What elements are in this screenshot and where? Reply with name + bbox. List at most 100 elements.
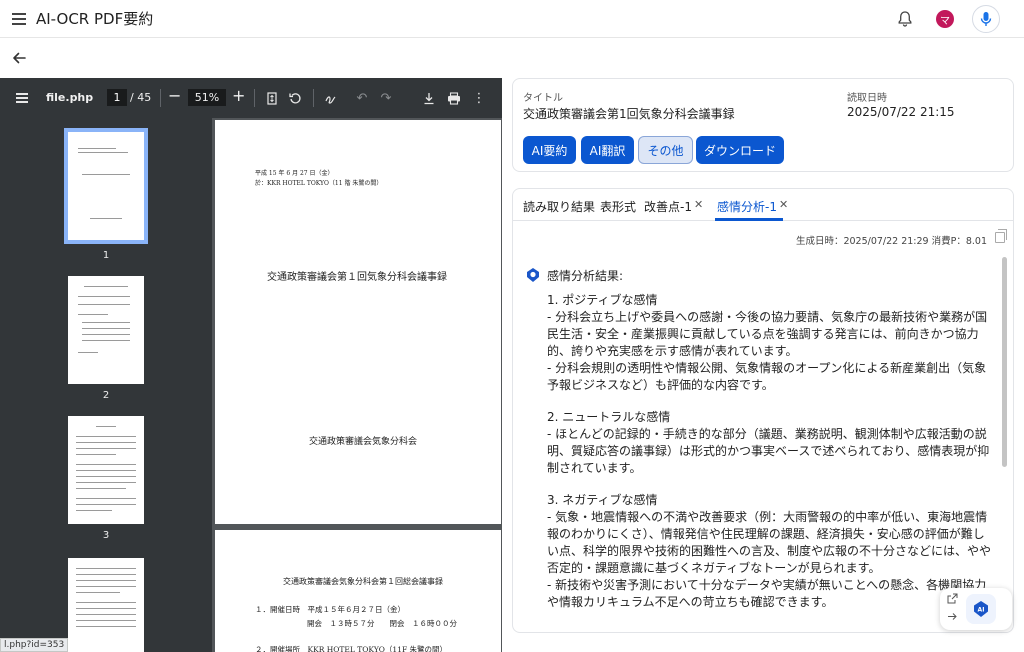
thumbnail-label: 1 [102,250,110,261]
back-row [0,39,1024,77]
tab-ocr-result[interactable]: 読み取り結果 [523,198,595,215]
thumb-line [78,314,108,315]
thumb-line [76,586,136,587]
document-meta-card: タイトル 交通政策審議会第1回気象分科会議事録 読取日時 2025/07/22 … [512,78,1014,172]
result-tabs: 読み取り結果 表形式 改善点-1 ✕ 感情分析-1 ✕ [513,189,1013,221]
annotate-icon[interactable] [321,89,339,107]
print-icon[interactable] [445,89,463,107]
status-url: l.php?id=353 [0,638,69,652]
floating-actions: AI [940,588,1012,630]
pdf-page-1: 平成 15 年 6 月 27 日（金） 於：KKR HOTEL TOKYO（11… [215,120,501,524]
thumb-line [76,510,112,511]
thumbnail-page-3[interactable] [68,416,144,524]
thumb-line [76,626,136,627]
page1-title: 交通政策審議会第１回気象分科会議事録 [267,272,447,283]
ai-chat-icon: AI [974,601,988,617]
top-bar: AI-OCR PDF要約 マ [0,0,1024,38]
read-date-value: 2025/07/22 21:15 [847,105,955,119]
thumb-line [76,436,136,437]
pdf-viewer: file.php 1 / 45 − 51% + ↶ ↷ ⋮ 1 2 3 平成 1… [0,78,502,652]
pdf-menu-icon[interactable] [16,93,28,105]
pdf-page-2: 交通政策審議会気象分科会第１回総会議事録 １．開催日時 平成１５年６月２７日（金… [215,530,501,652]
other-button[interactable]: その他 [638,136,693,164]
thumb-line [78,148,116,149]
thumb-line [76,442,136,443]
thumb-line [76,464,136,465]
thumbnail-page-2[interactable] [68,276,144,384]
app-title: AI-OCR PDF要約 [36,10,154,28]
scrollbar[interactable] [1002,257,1007,467]
tab-table[interactable]: 表形式 [600,198,636,215]
page-number-input[interactable]: 1 [107,89,127,106]
zoom-level[interactable]: 51% [188,89,226,106]
avatar[interactable]: マ [936,10,954,28]
ai-chat-button[interactable]: AI [966,594,996,624]
thumb-line [76,574,136,575]
thumb-line [76,488,126,489]
thumb-line [76,620,136,621]
copy-icon[interactable] [995,229,1007,243]
toolbar-divider [313,89,314,107]
ai-translate-button[interactable]: AI翻訳 [581,136,634,164]
top-right-actions: マ [894,5,1000,33]
mic-icon [980,12,992,26]
back-arrow-icon[interactable] [10,49,28,67]
result-line: - 分科会規則の透明性や情報公開、気象情報のオープン化による新産業創出（気象予報… [547,361,987,392]
thumb-line [78,304,130,305]
thumb-line [78,296,130,297]
result-line: - 気象・地震情報への不満や改善要求（例：大雨警報の的中率が低い、東海地震情報の… [547,510,992,575]
thumb-line [76,580,136,581]
pdf-file-name: file.php [46,91,94,104]
thumb-line [76,602,136,603]
result-card: 読み取り結果 表形式 改善点-1 ✕ 感情分析-1 ✕ 生成日時：2025/07… [512,188,1014,633]
generation-info: 生成日時：2025/07/22 21:29 消費P：8.01 [795,236,987,247]
thumb-line [76,498,136,499]
thumb-line [76,454,116,455]
thumb-line [82,174,130,175]
download-button[interactable]: ダウンロード [696,136,784,164]
zoom-in-button[interactable]: + [232,86,245,105]
thumb-line [76,504,136,505]
mic-button[interactable] [972,5,1000,33]
undo-icon[interactable]: ↶ [353,89,371,107]
close-tab-icon[interactable]: ✕ [694,198,703,211]
ai-assistant-icon [527,268,539,282]
page1-org: 交通政策審議会気象分科会 [309,437,418,447]
page1-place: 於：KKR HOTEL TOKYO（11 階 朱鷺の間） [255,180,383,187]
thumbnail-label: 2 [102,390,110,401]
redo-icon[interactable]: ↷ [377,89,395,107]
external-link-icon[interactable] [947,593,958,604]
result-line: - ほとんどの記録的・手続き的な部分（議題、業務説明、観測体制や広報活動の説明、… [547,427,990,475]
tab-sentiment[interactable]: 感情分析-1 [717,198,777,215]
thumb-line [82,334,130,335]
rotate-icon[interactable] [286,89,304,107]
thumb-line [78,352,98,353]
download-icon[interactable] [420,89,438,107]
arrow-right-icon[interactable] [947,611,958,622]
fit-page-icon[interactable] [263,89,281,107]
thumb-line [78,152,128,153]
notification-bell-icon[interactable] [894,8,916,30]
result-line: - 新技術や災害予測において十分なデータや実績が無いことへの懸念、各機関協力や情… [547,578,987,609]
toolbar-divider [254,89,255,107]
pdf-toolbar: file.php 1 / 45 − 51% + ↶ ↷ ⋮ [0,78,502,118]
result-line: 2. ニュートラルな感情 [547,410,671,424]
result-line: 3. ネガティブな感情 [547,493,658,507]
thumbnail-page-4[interactable] [68,558,144,652]
svg-text:AI: AI [978,607,985,614]
menu-icon[interactable] [9,9,29,29]
result-line: - 分科会立ち上げや委員への感謝・今後の協力要請、気象庁の最新技術や業務が国民生… [547,310,988,358]
thumb-line [96,426,116,427]
thumb-line [76,568,136,569]
more-options-icon[interactable]: ⋮ [470,89,488,107]
page2-item1: １．開催日時 平成１５年６月２７日（金） [255,605,405,614]
thumbnail-page-1[interactable] [64,128,148,244]
ai-summary-button[interactable]: AI要約 [523,136,576,164]
zoom-out-button[interactable]: − [168,86,181,105]
tab-improvement[interactable]: 改善点-1 [644,198,692,215]
thumb-line [82,328,130,329]
thumb-line [76,470,136,471]
close-tab-icon[interactable]: ✕ [779,198,788,211]
title-value: 交通政策審議会第1回気象分科会議事録 [523,107,735,121]
thumbnail-label: 3 [102,530,110,541]
